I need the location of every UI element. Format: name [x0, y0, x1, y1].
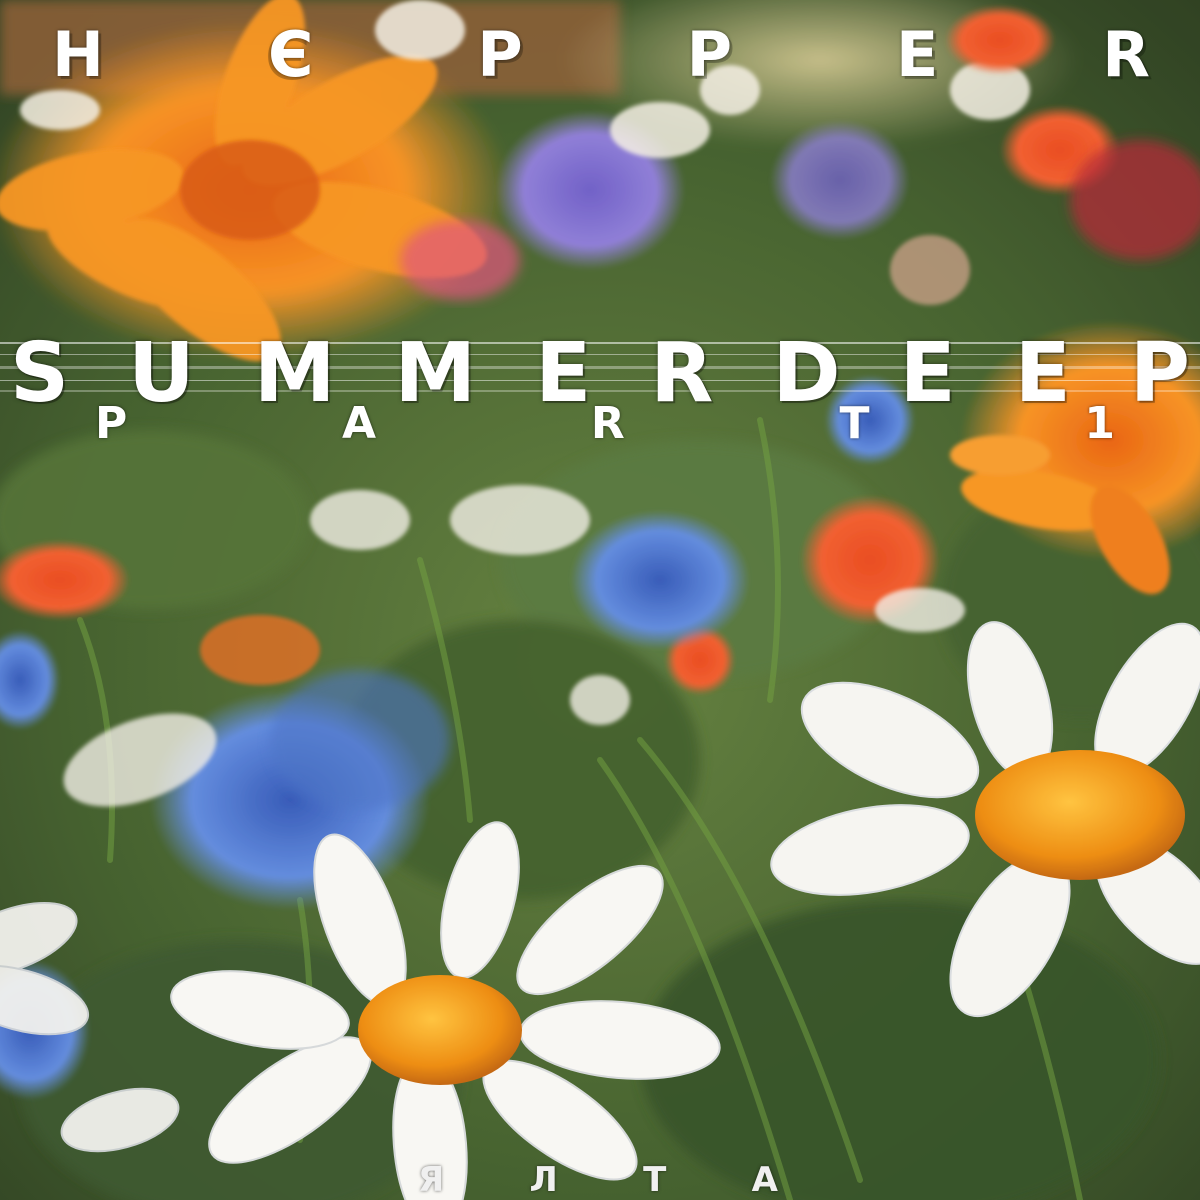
artist-letter: P	[686, 18, 733, 91]
subtitle-letter: A	[342, 398, 377, 449]
artist-letter: Э	[267, 18, 314, 91]
artist-letter: P	[477, 18, 523, 91]
artist-name: H Э P P E R	[0, 18, 1200, 98]
title-letter: S	[10, 326, 72, 421]
footer-letter: Т	[643, 1160, 667, 1200]
subtitle-letter: R	[590, 398, 625, 449]
artist-letter: H	[52, 18, 104, 91]
album-cover: H Э P P E R S U M M E R D E E P P A R T …	[0, 0, 1200, 1200]
flower-meadow-artwork	[0, 0, 1200, 1200]
footer-letter: Л	[529, 1160, 558, 1200]
subtitle-letter: 1	[1084, 398, 1115, 449]
footer-letter: А	[751, 1160, 778, 1200]
footer-letter: Я	[418, 1160, 445, 1200]
subtitle-letter: T	[839, 398, 870, 449]
subtitle-letter: P	[95, 398, 128, 449]
artist-letter: R	[1102, 18, 1150, 91]
album-subtitle: P A R T 1	[95, 398, 1115, 449]
artist-letter: E	[895, 18, 939, 91]
footer-label: Я Л Т А	[418, 1160, 778, 1200]
title-letter: P	[1129, 326, 1192, 421]
